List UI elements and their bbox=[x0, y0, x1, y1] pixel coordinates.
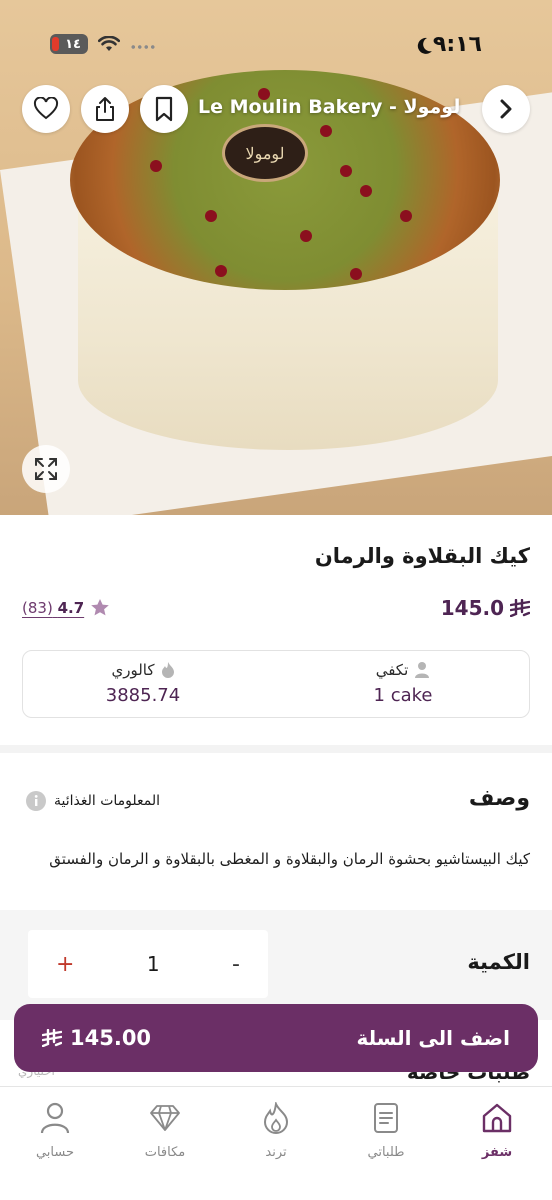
home-icon bbox=[482, 1103, 512, 1133]
store-name[interactable]: Le Moulin Bakery - لوموﻻ bbox=[198, 96, 460, 118]
chevron-right-icon bbox=[500, 99, 512, 119]
heart-icon bbox=[33, 97, 59, 120]
bookmark-button[interactable] bbox=[140, 85, 188, 133]
expand-image-button[interactable] bbox=[22, 445, 70, 493]
info-icon bbox=[26, 791, 46, 811]
share-icon bbox=[96, 97, 114, 121]
user-icon bbox=[40, 1102, 70, 1134]
expand-icon bbox=[35, 458, 57, 480]
pomegranate-seed bbox=[320, 125, 332, 137]
person-icon bbox=[415, 662, 430, 678]
pomegranate-seed bbox=[400, 210, 412, 222]
tab-account[interactable]: حسابي bbox=[0, 1101, 110, 1160]
wifi-icon bbox=[98, 36, 120, 51]
description-heading: وصف bbox=[468, 786, 530, 811]
riyal-icon bbox=[510, 599, 530, 617]
serves-info: تكفي 1 cake bbox=[303, 661, 503, 706]
pomegranate-seed bbox=[340, 165, 352, 177]
pomegranate-seed bbox=[360, 185, 372, 197]
quantity-minus-button[interactable]: - bbox=[232, 952, 240, 977]
share-button[interactable] bbox=[81, 85, 129, 133]
calories-label: كالوري bbox=[111, 661, 155, 679]
description-text: كيك البيستاشيو بحشوة الرمان والبقلاوة و … bbox=[49, 850, 530, 868]
tab-orders[interactable]: طلباتي bbox=[331, 1101, 441, 1160]
favorite-button[interactable] bbox=[22, 85, 70, 133]
info-card: كالوري 3885.74 تكفي 1 cake bbox=[22, 650, 530, 718]
diamond-icon bbox=[150, 1105, 180, 1131]
tab-rewards[interactable]: مكافات bbox=[110, 1101, 220, 1160]
status-time: ٩:١٦ bbox=[432, 32, 482, 57]
pomegranate-seed bbox=[150, 160, 162, 172]
cart-total: 145.00 bbox=[42, 1026, 151, 1050]
pomegranate-seed bbox=[300, 230, 312, 242]
product-image[interactable]: لوموﻻ ١٤ ٩:١٦ Le Moulin Bakery - لوموﻻ bbox=[0, 0, 552, 515]
pomegranate-seed bbox=[205, 210, 217, 222]
tab-home[interactable]: شفز bbox=[442, 1101, 552, 1160]
calories-info: كالوري 3885.74 bbox=[43, 661, 243, 706]
quantity-label: الكمية bbox=[467, 950, 530, 974]
next-button[interactable] bbox=[482, 85, 530, 133]
status-bar: ١٤ ٩:١٦ bbox=[0, 0, 552, 60]
product-title: كيك البقلاوة والرمان bbox=[314, 544, 530, 568]
battery-indicator: ١٤ bbox=[50, 34, 88, 54]
calories-value: 3885.74 bbox=[105, 685, 181, 706]
rating[interactable]: (83) 4.7 bbox=[22, 598, 110, 617]
tab-trend[interactable]: ترند bbox=[221, 1101, 331, 1160]
signal-dots-icon bbox=[130, 45, 156, 49]
serves-label: تكفي bbox=[375, 661, 409, 679]
orders-icon bbox=[374, 1103, 398, 1133]
quantity-value: 1 bbox=[146, 952, 160, 976]
section-divider bbox=[0, 745, 552, 753]
cake-logo: لوموﻻ bbox=[222, 124, 308, 182]
pomegranate-seed bbox=[215, 265, 227, 277]
bottom-tab-bar: حسابي مكافات ترند طلباتي شفز bbox=[0, 1086, 552, 1200]
pomegranate-seed bbox=[350, 268, 362, 280]
flame-small-icon bbox=[161, 662, 174, 678]
quantity-stepper: + 1 - bbox=[28, 930, 268, 998]
rating-link[interactable]: (83) 4.7 bbox=[22, 599, 84, 617]
price-value: 145.0 bbox=[440, 596, 504, 620]
add-to-cart-button[interactable]: 145.00 اضف الى السلة bbox=[14, 1004, 538, 1072]
star-icon bbox=[91, 599, 109, 616]
flame-icon bbox=[263, 1102, 289, 1134]
add-to-cart-label: اضف الى السلة bbox=[356, 1026, 510, 1050]
moon-icon bbox=[417, 37, 432, 54]
serves-value: 1 cake bbox=[373, 685, 433, 706]
bookmark-icon bbox=[155, 96, 173, 122]
product-price: 145.0 bbox=[441, 596, 530, 620]
nutrition-info-link[interactable]: المعلومات الغذائية bbox=[26, 791, 160, 811]
riyal-icon bbox=[42, 1029, 62, 1047]
quantity-plus-button[interactable]: + bbox=[56, 952, 74, 977]
